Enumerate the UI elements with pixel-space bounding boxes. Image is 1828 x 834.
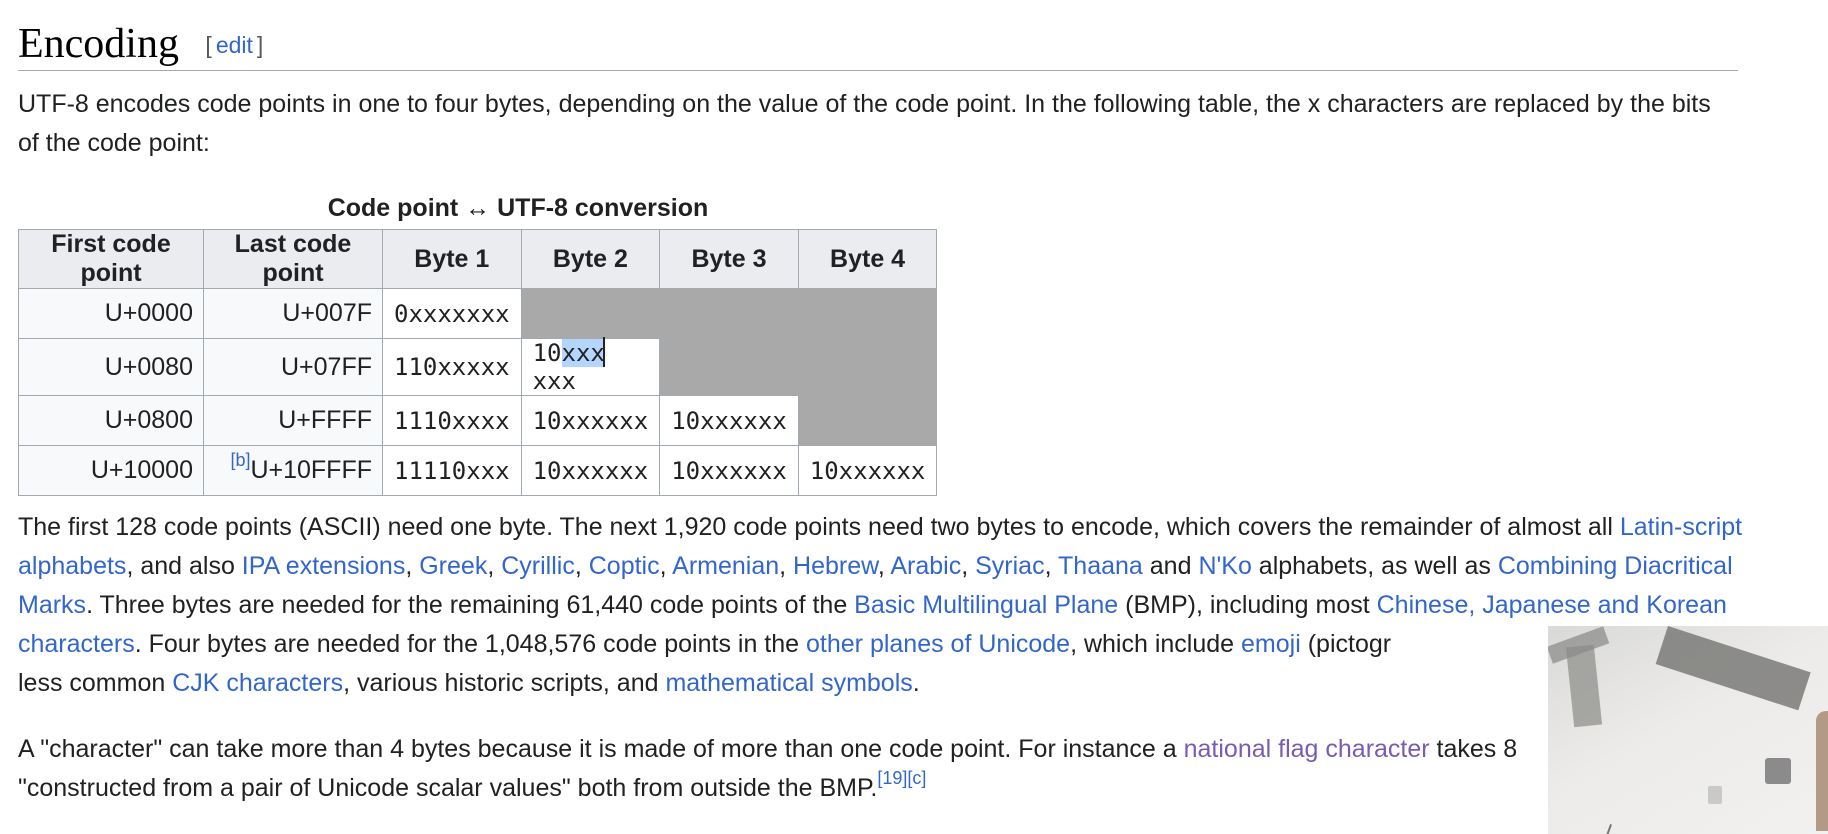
separator: , xyxy=(574,552,589,580)
table-row: U+10000 [b]U+10FFFF 11110xxx 10xxxxxx 10… xyxy=(18,445,938,496)
col-header: First code point xyxy=(18,229,204,289)
text: takes 8 xyxy=(1429,735,1518,763)
empty-cell xyxy=(659,338,938,396)
intro-paragraph: UTF-8 encodes code points in one to four… xyxy=(18,85,1738,163)
first-code-point: U+0080 xyxy=(18,338,204,396)
link-armenian[interactable]: Armenian xyxy=(672,552,779,580)
link-cjk-characters[interactable]: CJK characters xyxy=(172,669,343,697)
byte-cell: 110xxxxx xyxy=(382,338,522,396)
text: , various historic scripts, and xyxy=(343,669,666,697)
text: A "character" can take more than 4 bytes… xyxy=(18,735,1184,763)
col-header: Byte 3 xyxy=(659,229,799,289)
link-arabic[interactable]: Arabic xyxy=(890,552,961,580)
separator: , xyxy=(487,552,502,580)
byte-cell: 10xxxxxx xyxy=(659,445,799,496)
link-thaana[interactable]: Thaana xyxy=(1058,552,1143,580)
text: (pictogr xyxy=(1300,630,1392,658)
byte-cell: 1110xxxx xyxy=(382,395,522,446)
byte-cell: 10xxxxxx xyxy=(520,445,661,496)
text: alphabets, as well as xyxy=(1251,552,1498,580)
col-header: Last code point xyxy=(203,229,383,289)
link-greek[interactable]: Greek xyxy=(419,552,487,580)
col-header: Byte 4 xyxy=(797,229,938,289)
text: (BMP), including most xyxy=(1118,591,1377,619)
col-header: Byte 2 xyxy=(520,229,661,289)
edit-section: [edit] xyxy=(205,32,263,58)
byte-cell: 10xxxxxx xyxy=(797,445,938,496)
link-basic-multilingual-plane[interactable]: Basic Multilingual Plane xyxy=(854,591,1118,619)
link-syriac[interactable]: Syriac xyxy=(975,552,1044,580)
character-paragraph: A "character" can take more than 4 bytes… xyxy=(18,730,1538,808)
section-heading: Encoding [edit] xyxy=(18,18,1738,71)
separator: , xyxy=(405,552,420,580)
col-header: Byte 1 xyxy=(382,229,522,289)
ceiling-fan-blade xyxy=(1565,644,1603,728)
bracket-open: [ xyxy=(205,32,212,58)
text: . Four bytes are needed for the 1,048,57… xyxy=(134,630,807,658)
first-code-point: U+0800 xyxy=(18,395,204,446)
webcam-overlay[interactable] xyxy=(1548,626,1828,834)
intro-text: UTF-8 encodes code points in one to four… xyxy=(18,90,1308,118)
person-edge xyxy=(1816,711,1828,831)
conversion-table: First code point Last code point Byte 1 … xyxy=(18,229,938,496)
last-code-point: U+07FF xyxy=(203,338,383,396)
section-title: Encoding xyxy=(18,21,179,67)
separator: , xyxy=(961,552,976,580)
edit-link[interactable]: edit xyxy=(216,32,253,58)
byte-cell-selected[interactable]: 10xxxxxx xyxy=(520,337,661,396)
text: , which include xyxy=(1070,630,1242,658)
text: . xyxy=(912,669,920,697)
table-header-row: First code point Last code point Byte 1 … xyxy=(18,229,938,289)
wall-pipe xyxy=(1606,824,1612,834)
link-cyrillic[interactable]: Cyrillic xyxy=(501,552,575,580)
empty-cell xyxy=(520,288,938,339)
separator: , xyxy=(779,552,794,580)
text: "constructed from a pair of Unicode scal… xyxy=(18,774,878,802)
text: and xyxy=(1142,552,1199,580)
link-other-planes[interactable]: other planes of Unicode xyxy=(806,630,1070,658)
link-national-flag-character[interactable]: national flag character xyxy=(1184,735,1430,763)
x-char: x xyxy=(1307,90,1321,118)
table-row: U+0000 U+007F 0xxxxxxx xyxy=(18,288,938,339)
separator: , xyxy=(1044,552,1059,580)
first-code-point: U+10000 xyxy=(18,445,204,496)
table-row: U+0080 U+07FF 110xxxxx 10xxxxxx xyxy=(18,337,938,396)
first-code-point: U+0000 xyxy=(18,288,204,339)
link-mathematical-symbols[interactable]: mathematical symbols xyxy=(665,669,912,697)
link-coptic[interactable]: Coptic xyxy=(589,552,660,580)
text: less common xyxy=(18,669,173,697)
light-switch xyxy=(1708,786,1722,804)
link-hebrew[interactable]: Hebrew xyxy=(793,552,878,580)
text-before-selection: 10 xyxy=(532,339,562,367)
text: . Three bytes are needed for the remaini… xyxy=(86,591,855,619)
byte-cell: 10xxxxxx xyxy=(520,395,661,446)
separator: , xyxy=(877,552,891,580)
link-emoji[interactable]: emoji xyxy=(1241,630,1301,658)
last-code-point: [b]U+10FFFF xyxy=(203,445,383,496)
separator: , xyxy=(659,552,673,580)
byte-cell: 0xxxxxxx xyxy=(382,288,522,339)
text: The first 128 code points (ASCII) need o… xyxy=(18,513,1620,541)
ref-c-link[interactable]: [c] xyxy=(907,768,926,788)
text-selection: xxx xyxy=(561,339,605,367)
link-nko[interactable]: N'Ko xyxy=(1198,552,1251,580)
last-code-point-value: U+10FFFF xyxy=(250,456,372,484)
table-row: U+0800 U+FFFF 1110xxxx 10xxxxxx 10xxxxxx xyxy=(18,395,938,446)
table-caption: Code point ↔ UTF-8 conversion xyxy=(327,194,709,222)
wall-fixture xyxy=(1765,758,1791,784)
last-code-point: U+FFFF xyxy=(203,395,383,446)
empty-cell xyxy=(797,395,938,446)
text: , and also xyxy=(126,552,242,580)
link-ipa-extensions[interactable]: IPA extensions xyxy=(242,552,406,580)
byte-cell: 10xxxxxx xyxy=(659,395,799,446)
last-code-point: U+007F xyxy=(203,288,383,339)
text-after-selection: xxx xyxy=(532,367,576,395)
ceiling-fan-blade xyxy=(1655,626,1811,711)
ref-19-link[interactable]: [19] xyxy=(877,768,907,788)
footnote-b-link[interactable]: [b] xyxy=(230,450,250,470)
bytes-paragraph: The first 128 code points (ASCII) need o… xyxy=(18,508,1758,703)
bracket-close: ] xyxy=(256,32,264,58)
byte-cell: 11110xxx xyxy=(382,445,522,496)
